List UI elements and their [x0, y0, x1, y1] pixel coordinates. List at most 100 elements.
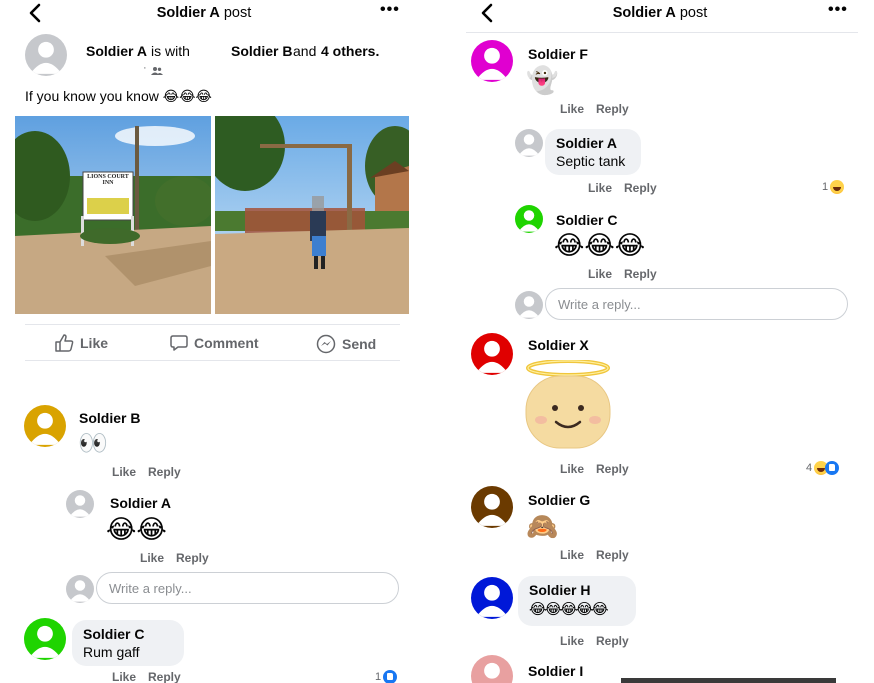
title-author: Soldier A: [156, 5, 220, 21]
title-suffix: post: [223, 5, 252, 21]
like-link[interactable]: Like: [588, 267, 612, 281]
avatar[interactable]: [471, 577, 513, 619]
send-label: Send: [342, 336, 377, 352]
avatar[interactable]: [471, 333, 513, 375]
post-author[interactable]: Soldier A: [86, 43, 147, 59]
comment-author[interactable]: Soldier A: [556, 135, 629, 151]
reply-link[interactable]: Reply: [596, 634, 629, 648]
like-link[interactable]: Like: [560, 548, 584, 562]
like-reaction-icon: [825, 461, 840, 475]
comment-emoji: 😂😂😂: [554, 230, 646, 260]
messenger-icon: [316, 334, 336, 354]
avatar: [66, 575, 94, 603]
reaction-count: 1: [375, 671, 382, 683]
comment-author[interactable]: Soldier B: [79, 410, 140, 426]
comment-actions: Like Reply: [560, 462, 641, 476]
avatar[interactable]: [24, 405, 66, 447]
avatar[interactable]: [471, 40, 513, 82]
comment-actions: Like Reply: [112, 465, 193, 479]
comment-label: Comment: [194, 335, 259, 351]
comment-actions: Like Reply: [588, 181, 669, 195]
comment-emoji: 😂😂😂😂😂: [529, 601, 609, 618]
reply-link[interactable]: Reply: [624, 181, 657, 195]
more-options-icon[interactable]: •••: [380, 1, 400, 19]
reply-link[interactable]: Reply: [148, 465, 181, 479]
comment-icon: [170, 335, 188, 351]
comment-author[interactable]: Soldier I: [528, 663, 583, 679]
others-link[interactable]: 4 others.: [321, 43, 379, 59]
reply-link[interactable]: Reply: [624, 267, 657, 281]
page-title: Soldier A post: [466, 5, 864, 21]
reaction-summary[interactable]: 1: [375, 670, 398, 683]
haha-reaction-icon: [830, 180, 845, 194]
angel-sticker: 😇: [522, 359, 614, 450]
avatar: [515, 291, 543, 319]
reply-link[interactable]: Reply: [176, 551, 209, 565]
avatar[interactable]: [515, 129, 543, 157]
like-label: Like: [80, 335, 109, 351]
title-suffix: post: [679, 5, 708, 21]
comment-action[interactable]: Comment: [170, 334, 259, 352]
reaction-summary[interactable]: 4: [806, 461, 840, 475]
reply-link[interactable]: Reply: [596, 548, 629, 562]
reply-input[interactable]: Write a reply...: [545, 288, 848, 320]
comment-bubble: Soldier H 😂😂😂😂😂: [518, 576, 636, 626]
reply-link[interactable]: Reply: [596, 102, 629, 116]
comment-bubble: Soldier A Septic tank: [545, 129, 641, 175]
like-link[interactable]: Like: [112, 670, 136, 683]
comment-author[interactable]: Soldier G: [528, 492, 590, 508]
right-screenshot: Soldier A post ••• Soldier F 👻 Like Reply…: [466, 0, 874, 683]
comment-author[interactable]: Soldier H: [529, 582, 624, 598]
like-reaction-icon: [383, 670, 398, 683]
privacy-dot: ·: [143, 62, 147, 74]
divider: [25, 324, 400, 325]
like-link[interactable]: Like: [560, 102, 584, 116]
comment-text: Septic tank: [556, 153, 626, 169]
page-title: Soldier A post: [0, 5, 414, 21]
like-link[interactable]: Like: [560, 462, 584, 476]
avatar[interactable]: [471, 655, 513, 683]
comment-author[interactable]: Soldier F: [528, 46, 588, 62]
comment-actions: Like Reply: [112, 670, 193, 683]
like-action[interactable]: Like: [55, 334, 108, 352]
comment-emoji: 🙈: [526, 511, 559, 541]
like-link[interactable]: Like: [588, 181, 612, 195]
comment-emoji: 😂😂: [106, 514, 167, 544]
friends-icon: [151, 63, 163, 81]
tagged-person[interactable]: Soldier B: [231, 43, 292, 59]
comment-author[interactable]: Soldier X: [528, 337, 589, 353]
top-bar: Soldier A post •••: [466, 0, 874, 28]
comment-bubble: Soldier C Rum gaff: [72, 620, 184, 666]
avatar[interactable]: [515, 205, 543, 233]
reply-input[interactable]: Write a reply...: [96, 572, 399, 604]
post-photo-2[interactable]: [215, 116, 409, 314]
photo-sign-text: LIONS COURT INN: [87, 174, 129, 186]
is-with-text: is with: [151, 43, 190, 59]
and-text: and: [293, 43, 317, 59]
avatar[interactable]: [24, 618, 66, 660]
like-link[interactable]: Like: [140, 551, 164, 565]
comment-author[interactable]: Soldier C: [83, 626, 172, 642]
like-icon: [55, 334, 74, 352]
avatar[interactable]: [471, 486, 513, 528]
divider: [466, 32, 858, 33]
comment-author[interactable]: Soldier A: [110, 495, 171, 511]
reply-link[interactable]: Reply: [596, 462, 629, 476]
like-link[interactable]: Like: [560, 634, 584, 648]
like-link[interactable]: Like: [112, 465, 136, 479]
comment-actions: Like Reply: [140, 551, 221, 565]
send-action[interactable]: Send: [316, 334, 376, 354]
more-options-icon[interactable]: •••: [828, 1, 848, 19]
post-caption: If you know you know 😂😂😂: [25, 88, 212, 104]
comment-actions: Like Reply: [560, 102, 641, 116]
comment-actions: Like Reply: [560, 634, 641, 648]
avatar[interactable]: [25, 34, 67, 76]
comment-author[interactable]: Soldier C: [556, 212, 617, 228]
reaction-summary[interactable]: 1: [822, 180, 845, 194]
top-bar: Soldier A post •••: [0, 0, 420, 28]
reaction-count: 1: [822, 181, 829, 193]
avatar[interactable]: [66, 490, 94, 518]
reply-link[interactable]: Reply: [148, 670, 181, 683]
divider: [25, 360, 400, 361]
post-photo-1[interactable]: LIONS COURT INN: [15, 116, 211, 314]
